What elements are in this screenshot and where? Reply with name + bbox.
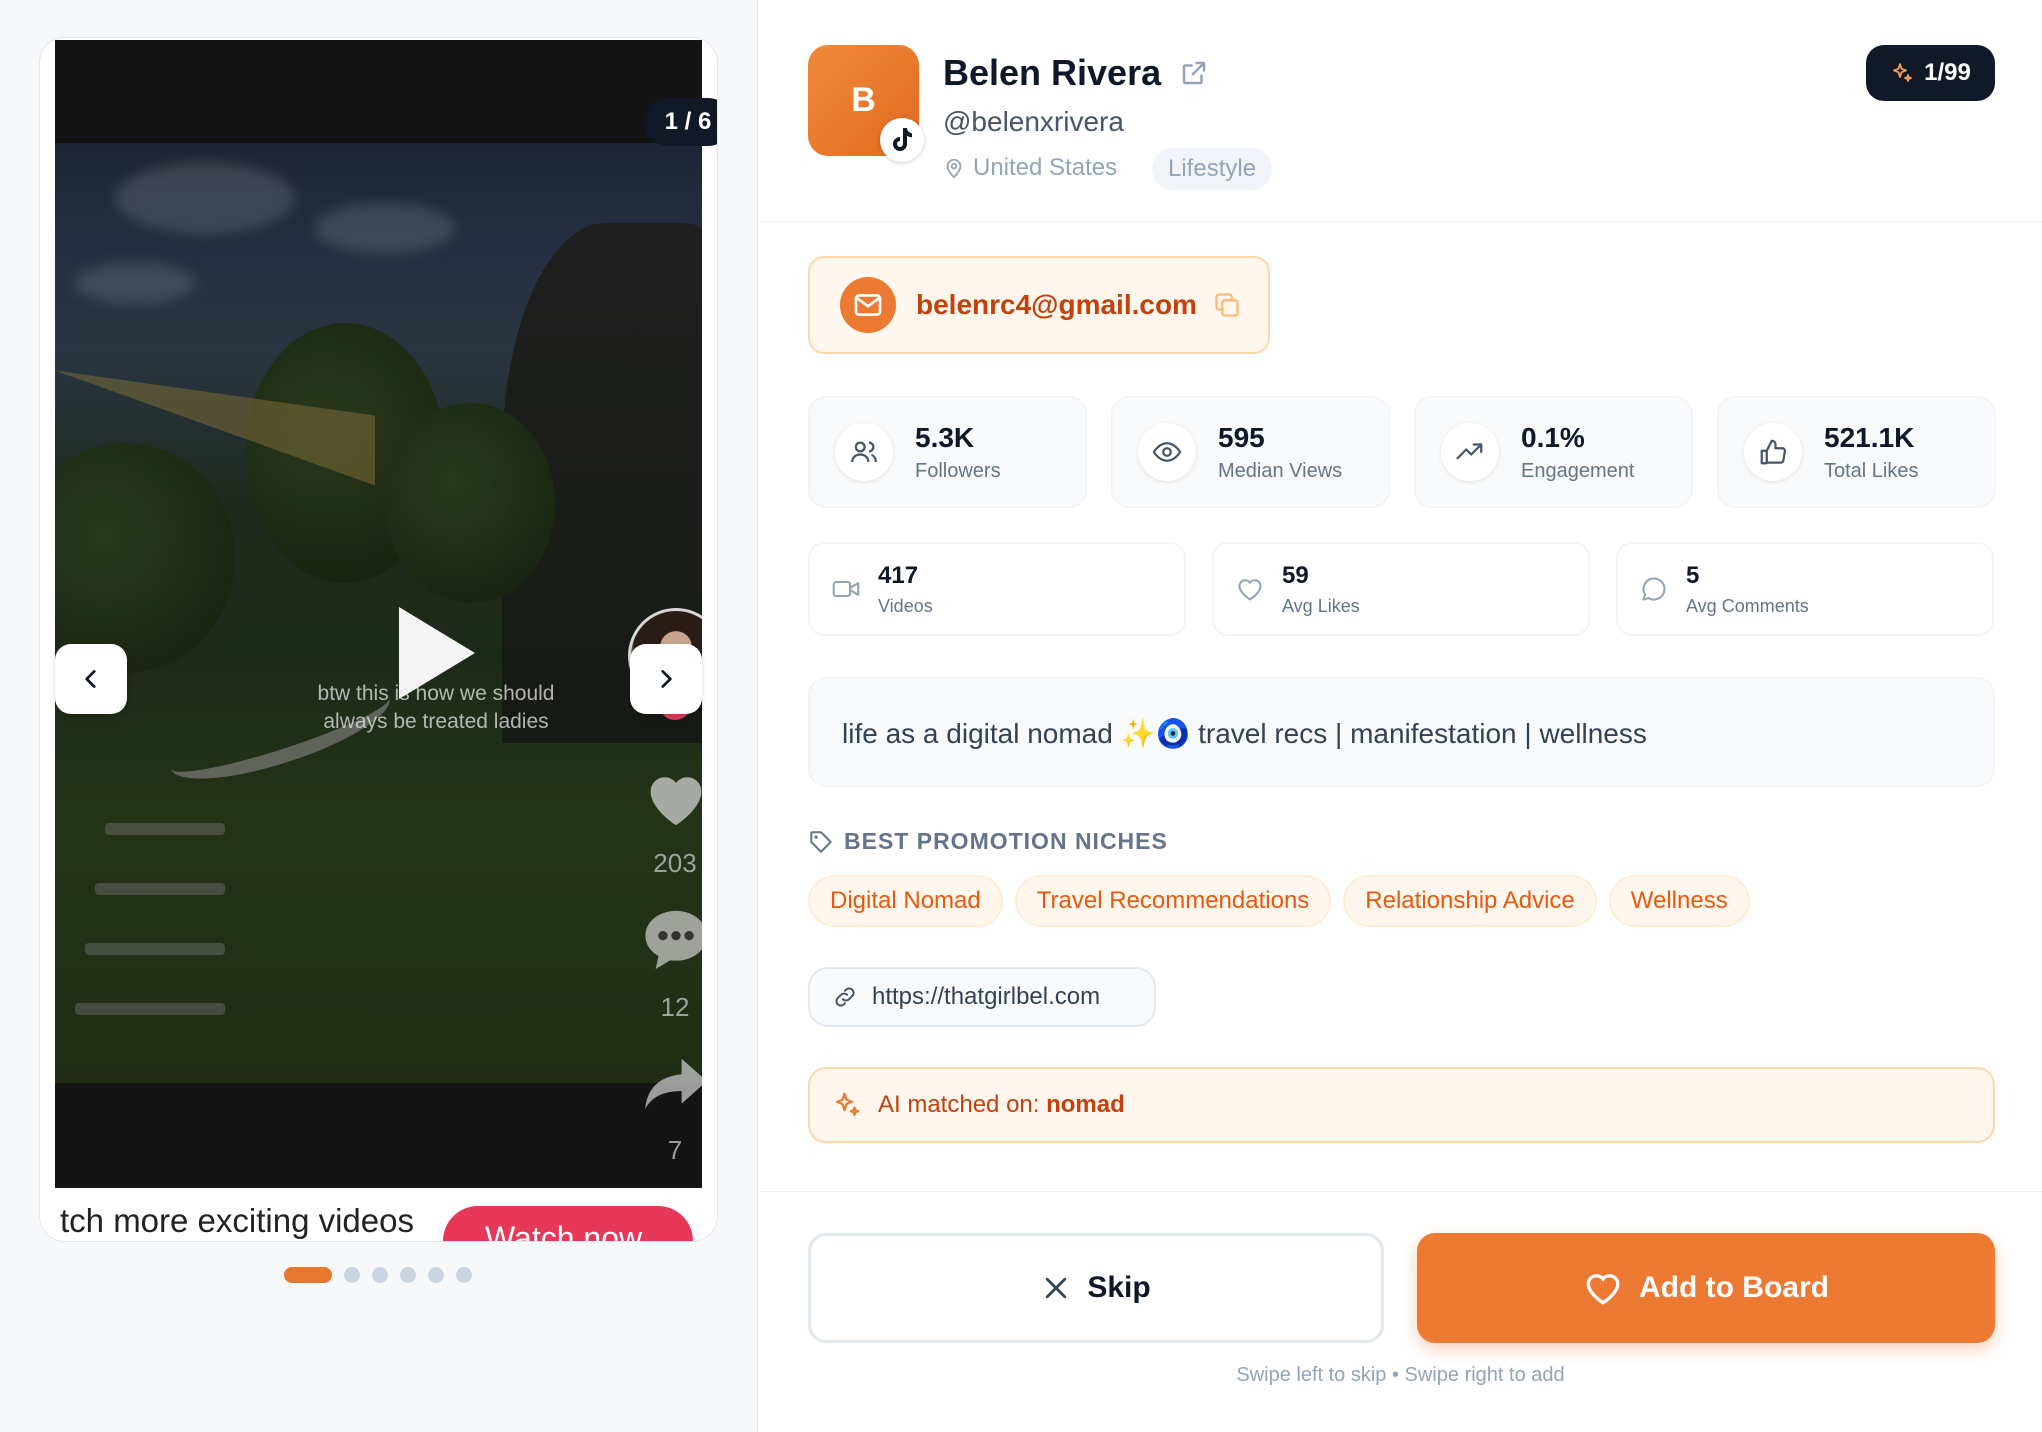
chevron-left-icon xyxy=(85,670,96,688)
niche-chip[interactable]: Digital Nomad xyxy=(808,875,1003,927)
heart-icon xyxy=(1238,579,1262,601)
carousel-dot[interactable] xyxy=(428,1267,444,1283)
secondary-stats: 417 Videos 59 Avg Likes 5 Avg Comments xyxy=(808,542,1994,636)
carousel-dot[interactable] xyxy=(372,1267,388,1283)
category-badge: Lifestyle xyxy=(1152,148,1273,190)
like-heart-icon[interactable] xyxy=(640,765,702,829)
video-frame xyxy=(55,143,702,1083)
thumbs-up-icon xyxy=(1744,423,1802,481)
tiktok-icon xyxy=(880,118,924,162)
promo-banner: tch more exciting videos Watch now xyxy=(55,1188,702,1241)
add-label: Add to Board xyxy=(1639,1271,1829,1304)
website-link[interactable]: https://thatgirlbel.com xyxy=(808,967,1156,1027)
stat-median-views: 595 Median Views xyxy=(1111,396,1390,508)
creator-handle: @belenxrivera xyxy=(943,106,1124,137)
niche-chip[interactable]: Wellness xyxy=(1608,875,1750,927)
skip-button[interactable]: Skip xyxy=(808,1233,1384,1343)
carousel-dot[interactable] xyxy=(344,1267,360,1283)
link-icon xyxy=(835,987,855,1007)
close-icon xyxy=(1046,1277,1067,1299)
carousel-dots xyxy=(284,1267,472,1283)
slide-counter: 1 / 6 xyxy=(644,98,717,146)
external-link-icon[interactable] xyxy=(1179,58,1209,93)
ai-match-text: AI matched on: nomad xyxy=(878,1091,1125,1119)
website-url[interactable]: https://thatgirlbel.com xyxy=(872,983,1100,1011)
add-to-board-button[interactable]: Add to Board xyxy=(1417,1233,1995,1343)
carousel-dot[interactable] xyxy=(284,1267,332,1283)
stat-label: Avg Comments xyxy=(1686,595,1809,616)
map-pin-icon xyxy=(946,158,962,179)
tag-icon xyxy=(810,830,832,853)
comment-count: 12 xyxy=(660,992,690,1022)
stat-label: Total Likes xyxy=(1824,459,1919,482)
users-icon xyxy=(835,423,893,481)
skip-label: Skip xyxy=(1087,1271,1151,1304)
mail-icon xyxy=(840,277,896,333)
heart-icon xyxy=(1586,1274,1620,1305)
video-player[interactable]: btw this is how we should always be trea… xyxy=(55,40,702,1188)
niches-heading: BEST PROMOTION NICHES xyxy=(808,828,1168,855)
profile-header: B Belen Rivera @belenxrivera United Stat… xyxy=(759,0,2042,222)
copy-icon[interactable] xyxy=(1213,291,1241,319)
video-caption: btw this is how we should always be trea… xyxy=(317,682,555,733)
carousel-dot[interactable] xyxy=(400,1267,416,1283)
stat-value: 521.1K xyxy=(1824,421,1915,453)
chevron-right-icon xyxy=(661,670,672,688)
trending-up-icon xyxy=(1441,423,1499,481)
ai-match-banner: AI matched on: nomad xyxy=(808,1067,1995,1143)
location-text: United States xyxy=(973,154,1118,181)
like-count: 203 xyxy=(653,848,697,878)
stat-engagement: 0.1% Engagement xyxy=(1414,396,1693,508)
stat-label: Followers xyxy=(915,459,1001,482)
carousel-dot[interactable] xyxy=(456,1267,472,1283)
stat-value: 5.3K xyxy=(915,421,975,453)
stat-followers: 5.3K Followers xyxy=(808,396,1087,508)
stat-avg-comments: 5 Avg Comments xyxy=(1616,542,1994,636)
stat-label: Videos xyxy=(878,595,933,616)
comment-icon xyxy=(1642,577,1666,601)
profile-panel: B Belen Rivera @belenxrivera United Stat… xyxy=(759,0,2042,1432)
location: United States xyxy=(943,154,1117,182)
stat-value: 59 xyxy=(1282,561,1309,589)
stat-total-likes: 521.1K Total Likes xyxy=(1717,396,1996,508)
email-card[interactable]: belenrc4@gmail.com xyxy=(808,256,1270,354)
stat-videos: 417 Videos xyxy=(808,542,1186,636)
share-count: 7 xyxy=(667,1135,683,1165)
primary-stats: 5.3K Followers 595 Median Views 0.1% Engage… xyxy=(808,396,1996,508)
next-button[interactable] xyxy=(630,644,702,714)
ai-match-label: AI matched on: xyxy=(878,1091,1047,1118)
stat-label: Avg Likes xyxy=(1282,595,1360,616)
rank-badge: 1/99 xyxy=(1866,45,1995,101)
share-arrow-icon[interactable] xyxy=(640,1052,702,1116)
comment-bubble-icon[interactable] xyxy=(640,908,702,972)
watch-now-button[interactable]: Watch now xyxy=(443,1206,693,1241)
stat-value: 0.1% xyxy=(1521,421,1585,453)
media-panel: btw this is how we should always be trea… xyxy=(0,0,758,1432)
sparkle-icon xyxy=(835,1092,860,1117)
niche-chips: Digital Nomad Travel Recommendations Rel… xyxy=(808,875,1750,927)
stat-avg-likes: 59 Avg Likes xyxy=(1212,542,1590,636)
stat-value: 595 xyxy=(1218,421,1265,453)
video-card: btw this is how we should always be trea… xyxy=(39,37,718,1242)
bio: life as a digital nomad ✨🧿 travel recs |… xyxy=(808,677,1995,787)
stat-label: Engagement xyxy=(1521,459,1635,482)
banner-text: tch more exciting videos xyxy=(60,1202,414,1239)
rank-text: 1/99 xyxy=(1924,59,1971,86)
stat-value: 417 xyxy=(878,561,919,589)
prev-button[interactable] xyxy=(55,644,127,714)
sparkle-icon xyxy=(1893,63,1913,82)
video-icon xyxy=(832,580,860,598)
email-text[interactable]: belenrc4@gmail.com xyxy=(916,289,1197,321)
footer-divider xyxy=(759,1191,2042,1192)
niches-title: BEST PROMOTION NICHES xyxy=(844,828,1168,854)
creator-name: Belen Rivera xyxy=(943,52,1162,93)
niche-chip[interactable]: Travel Recommendations xyxy=(1014,875,1332,927)
stat-value: 5 xyxy=(1686,561,1700,589)
ai-match-keyword: nomad xyxy=(1046,1091,1125,1118)
niche-chip[interactable]: Relationship Advice xyxy=(1343,875,1597,927)
eye-icon xyxy=(1138,423,1196,481)
swipe-hint: Swipe left to skip • Swipe right to add xyxy=(1236,1364,1565,1386)
stat-label: Median Views xyxy=(1218,459,1343,482)
